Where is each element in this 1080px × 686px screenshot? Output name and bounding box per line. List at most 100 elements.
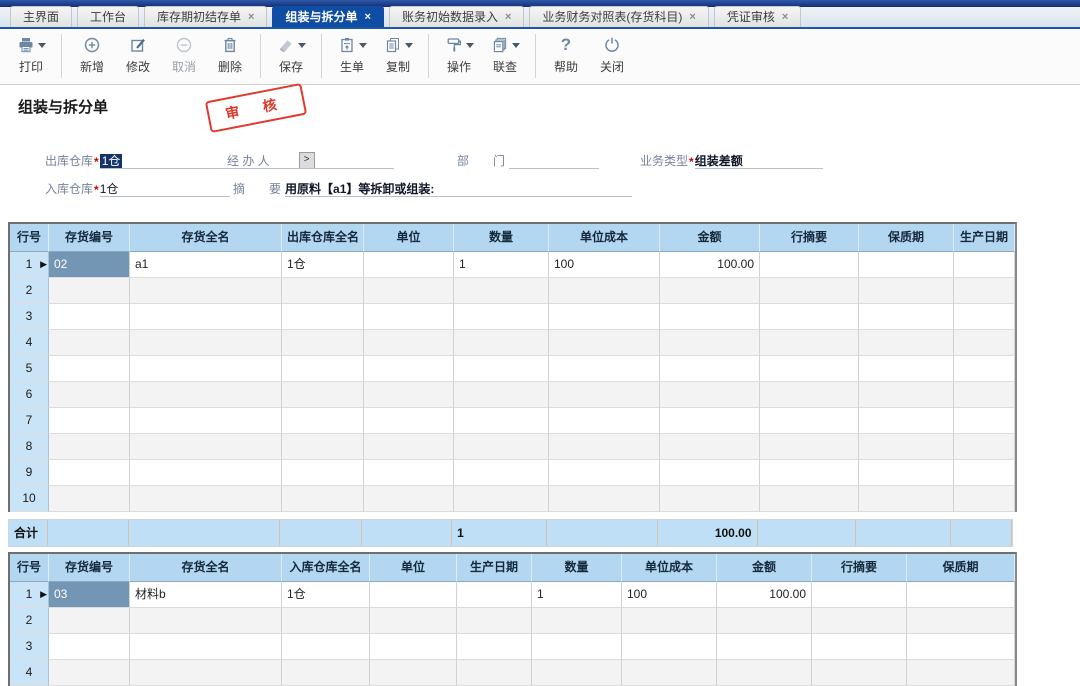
grid-cell[interactable] [622, 660, 717, 686]
grid-cell[interactable] [954, 382, 1015, 408]
row-number-cell[interactable]: 8 [10, 434, 49, 460]
grid-cell[interactable] [130, 608, 282, 634]
grid-cell[interactable] [859, 304, 954, 330]
grid-cell[interactable]: 1 [454, 252, 549, 278]
grid-cell[interactable] [130, 408, 282, 434]
grid-cell[interactable]: 100 [622, 582, 717, 608]
grid-cell[interactable] [364, 408, 454, 434]
handler-input[interactable] [274, 152, 394, 169]
copy-button[interactable]: 复制 [375, 34, 421, 75]
grid-cell[interactable] [660, 304, 760, 330]
grid-cell[interactable] [282, 304, 364, 330]
grid-cell[interactable] [660, 278, 760, 304]
grid-cell[interactable] [549, 330, 660, 356]
grid-cell[interactable] [660, 434, 760, 460]
grid-cell[interactable] [907, 608, 1015, 634]
grid-cell[interactable] [859, 486, 954, 512]
grid-cell[interactable] [532, 634, 622, 660]
grid-cell[interactable] [954, 408, 1015, 434]
chevron-down-icon[interactable] [359, 43, 367, 48]
grid-cell[interactable] [549, 356, 660, 382]
grid-cell[interactable] [454, 382, 549, 408]
grid-cell[interactable] [954, 486, 1015, 512]
grid-cell[interactable] [49, 330, 130, 356]
grid-cell[interactable] [457, 608, 532, 634]
grid-cell[interactable] [622, 634, 717, 660]
grid-cell[interactable] [130, 304, 282, 330]
grid-cell[interactable] [49, 660, 130, 686]
grid-cell[interactable] [859, 408, 954, 434]
tab-assembly-split[interactable]: 组装与拆分单× [272, 6, 383, 27]
grid-cell[interactable] [954, 278, 1015, 304]
grid-cell[interactable] [812, 660, 907, 686]
grid-cell[interactable] [660, 330, 760, 356]
grid-cell[interactable] [364, 460, 454, 486]
row-number-cell[interactable]: 1▶ [10, 582, 49, 608]
grid-cell[interactable] [130, 434, 282, 460]
row-number-cell[interactable]: 10 [10, 486, 49, 512]
grid-cell[interactable] [660, 382, 760, 408]
grid-cell[interactable] [130, 330, 282, 356]
grid-cell[interactable] [760, 304, 859, 330]
grid-cell[interactable] [760, 252, 859, 278]
tab-voucher-audit[interactable]: 凭证审核× [714, 6, 801, 27]
grid-cell[interactable] [364, 278, 454, 304]
grid-cell[interactable] [130, 486, 282, 512]
grid-cell[interactable] [364, 486, 454, 512]
help-button[interactable]: ? 帮助 [543, 34, 589, 75]
grid-cell[interactable] [130, 460, 282, 486]
grid-cell[interactable] [760, 434, 859, 460]
grid-cell[interactable] [954, 434, 1015, 460]
tab-biz-finance-mapping[interactable]: 业务财务对照表(存货科目)× [529, 6, 708, 27]
grid-cell[interactable] [717, 608, 812, 634]
row-number-cell[interactable]: 9 [10, 460, 49, 486]
operate-button[interactable]: 操作 [436, 34, 482, 75]
grid-cell[interactable] [282, 434, 364, 460]
grid-cell[interactable] [454, 486, 549, 512]
grid-cell[interactable] [812, 634, 907, 660]
grid-cell[interactable] [49, 304, 130, 330]
grid-cell[interactable] [49, 634, 130, 660]
grid-cell[interactable] [457, 660, 532, 686]
summary-input[interactable]: 用原料【a1】等拆卸或组装: [285, 180, 632, 197]
row-number-cell[interactable]: 6 [10, 382, 49, 408]
grid-cell[interactable] [130, 382, 282, 408]
grid-cell[interactable] [760, 330, 859, 356]
grid-cell[interactable] [859, 356, 954, 382]
grid-cell[interactable] [49, 434, 130, 460]
close-icon[interactable]: × [505, 7, 511, 27]
grid-cell[interactable] [454, 330, 549, 356]
close-icon[interactable]: × [782, 7, 788, 27]
cancel-button[interactable]: 取消 [161, 34, 207, 75]
grid-cell[interactable] [812, 582, 907, 608]
grid-cell[interactable] [954, 252, 1015, 278]
grid-cell[interactable] [130, 660, 282, 686]
grid-cell[interactable] [859, 382, 954, 408]
row-number-cell[interactable]: 4 [10, 660, 49, 686]
tab-opening-stock[interactable]: 库存期初结存单× [144, 6, 267, 27]
grid-cell[interactable]: 03 [49, 582, 130, 608]
grid-cell[interactable] [370, 634, 457, 660]
business-type-input[interactable]: 组装差额 [695, 152, 823, 169]
grid-cell[interactable] [859, 434, 954, 460]
save-button[interactable]: 保存 [268, 34, 314, 75]
chevron-down-icon[interactable] [466, 43, 474, 48]
grid-cell[interactable] [454, 434, 549, 460]
grid-cell[interactable] [49, 278, 130, 304]
grid-cell[interactable] [532, 660, 622, 686]
chevron-down-icon[interactable] [38, 43, 46, 48]
grid-cell[interactable] [660, 460, 760, 486]
edit-button[interactable]: 修改 [115, 34, 161, 75]
grid-cell[interactable] [549, 278, 660, 304]
grid-cell[interactable]: 1仓 [282, 252, 364, 278]
grid-cell[interactable] [812, 608, 907, 634]
row-number-cell[interactable]: 7 [10, 408, 49, 434]
grid-cell[interactable] [370, 608, 457, 634]
delete-button[interactable]: 删除 [207, 34, 253, 75]
grid-cell[interactable] [954, 304, 1015, 330]
grid-cell[interactable] [130, 278, 282, 304]
grid-cell[interactable] [622, 608, 717, 634]
grid-cell[interactable] [859, 460, 954, 486]
tab-workbench[interactable]: 工作台 [77, 6, 139, 27]
row-number-cell[interactable]: 2 [10, 278, 49, 304]
